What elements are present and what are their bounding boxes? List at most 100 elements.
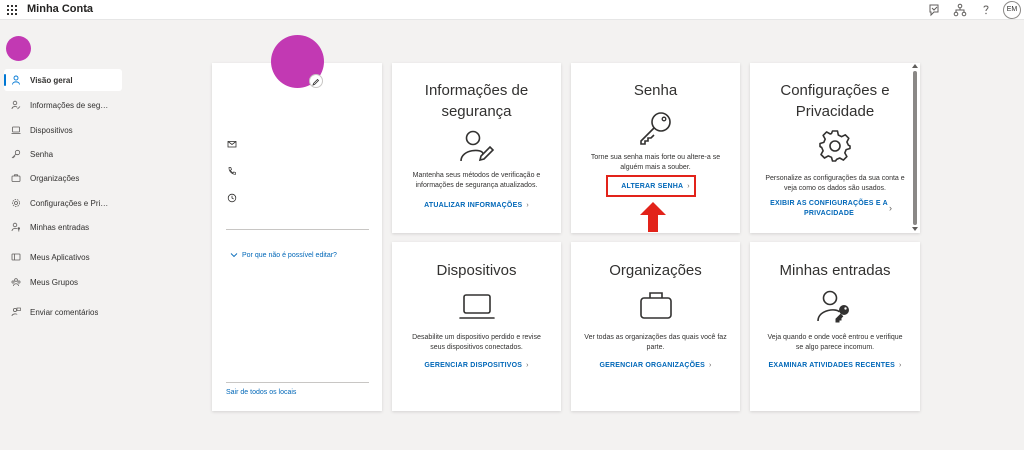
chevron-right-icon: › bbox=[526, 362, 529, 369]
link-label: PRIVACIDADE bbox=[804, 210, 854, 217]
security-info-icon bbox=[459, 130, 494, 162]
review-recent-activity-link[interactable]: EXAMINAR ATIVIDADES RECENTES › bbox=[750, 361, 920, 371]
top-bar: Minha Conta EM bbox=[0, 0, 1024, 20]
divider bbox=[226, 382, 369, 383]
edit-profile-button[interactable] bbox=[309, 74, 323, 88]
chevron-right-icon: › bbox=[889, 203, 892, 213]
link-label: GERENCIAR DISPOSITIVOS bbox=[424, 362, 523, 369]
clock-icon bbox=[227, 193, 237, 203]
card-description: parte. bbox=[646, 344, 665, 351]
sidebar-item-label: Dispositivos bbox=[30, 125, 73, 135]
scroll-up-icon[interactable] bbox=[912, 63, 918, 68]
scrollbar[interactable] bbox=[911, 63, 919, 233]
sidebar-item-send-feedback[interactable]: Enviar comentários bbox=[4, 301, 122, 323]
card-title: Senha bbox=[633, 82, 678, 99]
sidebar-item-label: Organizações bbox=[30, 173, 80, 183]
chevron-down-icon[interactable] bbox=[82, 2, 92, 16]
devices-card: Dispositivos Desabilite um dispositivo p… bbox=[392, 242, 561, 411]
why-cant-edit-link[interactable]: Por que não é possível editar? bbox=[229, 251, 337, 259]
settings-privacy-card: Configurações e Privacidade Personalize … bbox=[750, 63, 920, 233]
security-info-card: Informações de segurança Mantenha seus m… bbox=[392, 63, 561, 233]
gear-icon bbox=[12, 199, 20, 207]
card-description: veja como os dados são usados. bbox=[784, 185, 886, 192]
sidebar-item-security-info[interactable]: Informações de segura... bbox=[4, 94, 122, 116]
scroll-down-icon[interactable] bbox=[912, 227, 918, 232]
groups-icon bbox=[11, 278, 21, 287]
sidebar-item-label: Informações de segura... bbox=[30, 100, 110, 110]
card-description: Mantenha seus métodos de verificação e bbox=[412, 172, 541, 179]
briefcase-icon bbox=[639, 292, 672, 319]
card-title: Organizações bbox=[609, 262, 702, 279]
card-title: Privacidade bbox=[795, 103, 875, 120]
sidebar-item-devices[interactable]: Dispositivos bbox=[4, 119, 122, 141]
chevron-right-icon: › bbox=[526, 202, 529, 209]
user-avatar-button[interactable]: EM bbox=[1003, 1, 1021, 19]
scroll-thumb[interactable] bbox=[913, 71, 917, 225]
link-label: EXAMINAR ATIVIDADES RECENTES bbox=[768, 362, 896, 369]
sidebar-item-label: Meus Aplicativos bbox=[30, 252, 90, 262]
sidebar-item-my-groups[interactable]: Meus Grupos bbox=[4, 271, 122, 293]
red-arrow-up-icon bbox=[640, 202, 666, 232]
organizations-card: Organizações Ver todas as organizações d… bbox=[571, 242, 740, 411]
sign-ins-card: Minhas entradas Veja quando e onde você … bbox=[750, 242, 920, 411]
chevron-right-icon: › bbox=[899, 362, 902, 369]
highlight-box bbox=[606, 175, 696, 197]
laptop-icon bbox=[11, 126, 21, 134]
phone-icon bbox=[228, 167, 236, 175]
sidebar-item-label: Visão geral bbox=[30, 75, 73, 85]
manage-devices-link[interactable]: GERENCIAR DISPOSITIVOS › bbox=[392, 361, 561, 371]
link-label: ATUALIZAR INFORMAÇÕES bbox=[424, 202, 523, 209]
key-icon bbox=[11, 149, 21, 159]
card-description: Veja quando e onde você entrou e verifiq… bbox=[767, 334, 903, 341]
sign-ins-icon bbox=[11, 222, 20, 232]
card-description: se algo parece incomum. bbox=[795, 344, 875, 351]
link-label: EXIBIR AS CONFIGURAÇÕES E A bbox=[770, 200, 888, 207]
sidebar-item-sign-ins[interactable]: Minhas entradas bbox=[4, 216, 122, 238]
security-info-icon bbox=[11, 100, 21, 110]
sign-out-everywhere-link[interactable]: Sair de todos os locais bbox=[226, 389, 296, 396]
sidebar-item-label: Meus Grupos bbox=[30, 277, 79, 287]
card-description: Personalize as configurações da sua cont… bbox=[765, 175, 905, 182]
card-description: alguém mais a souber. bbox=[620, 164, 691, 171]
sidebar-item-label: Minhas entradas bbox=[30, 222, 90, 232]
card-description: Desabilite um dispositivo perdido e revi… bbox=[412, 334, 541, 341]
gear-icon bbox=[819, 130, 851, 162]
update-info-link[interactable]: ATUALIZAR INFORMAÇÕES › bbox=[392, 201, 561, 211]
sidebar-item-settings-privacy[interactable]: Configurações e Privaci... bbox=[4, 192, 122, 214]
app-launcher-icon[interactable] bbox=[7, 5, 17, 15]
sidebar-item-my-apps[interactable]: Meus Aplicativos bbox=[4, 246, 122, 268]
card-description: Ver todas as organizações das quais você… bbox=[584, 334, 727, 341]
link-label: GERENCIAR ORGANIZAÇÕES bbox=[599, 362, 705, 369]
person-icon bbox=[12, 75, 20, 85]
chevron-right-icon: › bbox=[709, 362, 712, 369]
view-settings-privacy-link[interactable]: EXIBIR AS CONFIGURAÇÕES E A PRIVACIDADE bbox=[750, 199, 920, 219]
card-description: informações de segurança atualizados. bbox=[415, 182, 538, 189]
help-icon[interactable] bbox=[978, 2, 994, 18]
card-title: Minhas entradas bbox=[779, 262, 891, 279]
card-title: Configurações e bbox=[780, 82, 890, 99]
sidebar-item-organizations[interactable]: Organizações bbox=[4, 167, 122, 189]
divider bbox=[226, 229, 369, 230]
laptop-icon bbox=[458, 294, 495, 319]
sidebar-item-password[interactable]: Senha bbox=[4, 143, 122, 165]
sidebar-item-label: Enviar comentários bbox=[30, 307, 99, 317]
sign-ins-icon bbox=[817, 290, 849, 323]
card-description: Torne sua senha mais forte ou altere-a s… bbox=[590, 154, 721, 161]
org-chart-icon[interactable] bbox=[952, 2, 968, 18]
why-cant-edit-label: Por que não é possível editar? bbox=[242, 251, 337, 259]
card-title: Informações de bbox=[424, 82, 529, 99]
sidebar-item-label: Senha bbox=[30, 149, 54, 159]
card-title: Dispositivos bbox=[436, 262, 517, 279]
sidebar-item-label: Configurações e Privaci... bbox=[30, 198, 110, 208]
card-description: seus dispositivos conectados. bbox=[430, 344, 523, 351]
briefcase-icon bbox=[11, 174, 21, 182]
manage-organizations-link[interactable]: GERENCIAR ORGANIZAÇÕES › bbox=[571, 361, 740, 371]
sidebar-item-overview[interactable]: Visão geral bbox=[4, 69, 122, 91]
feedback-icon bbox=[11, 307, 21, 317]
pencil-icon bbox=[312, 78, 320, 86]
card-title: segurança bbox=[441, 103, 512, 120]
key-icon bbox=[639, 112, 671, 145]
feedback-icon[interactable] bbox=[926, 2, 942, 18]
sidebar-avatar bbox=[6, 36, 31, 61]
profile-card bbox=[212, 63, 382, 411]
